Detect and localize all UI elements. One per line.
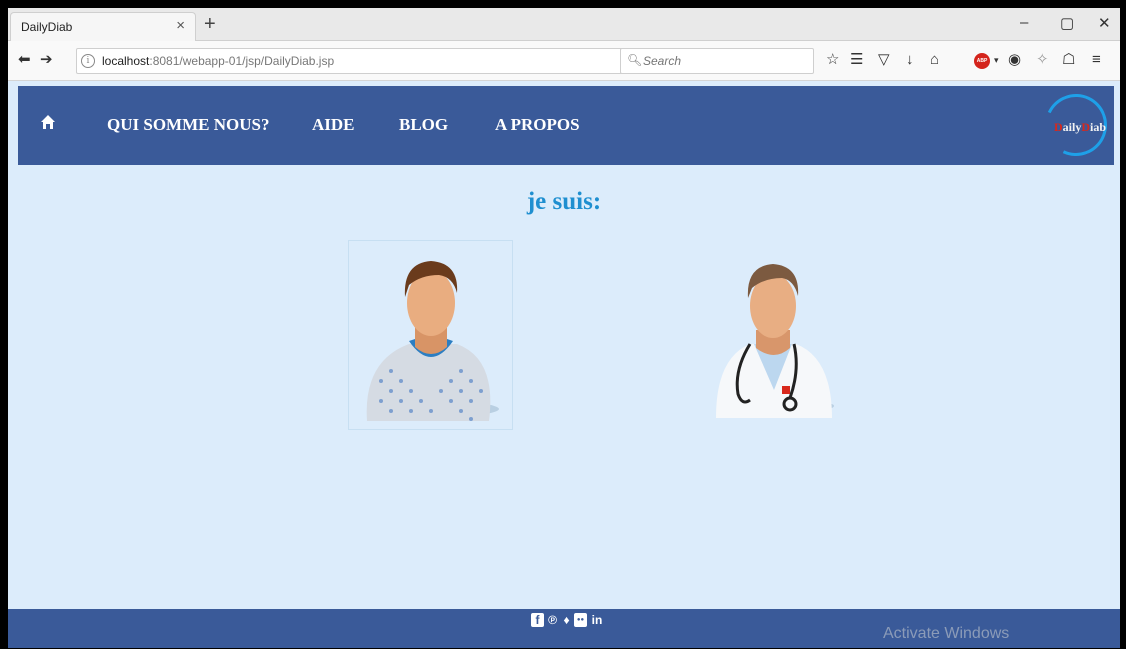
flickr-icon[interactable]: ●● [574, 613, 587, 627]
logo-text-aily: aily [1062, 120, 1082, 134]
sync-icon[interactable]: ✧ [1036, 51, 1049, 69]
tab-title: DailyDiab [21, 20, 73, 34]
doctor-choice[interactable] [694, 240, 846, 430]
bookmark-star-icon[interactable]: ☆ [826, 51, 839, 69]
site-footer: f ℗ ♦ ●● in Activate Windows [8, 609, 1120, 648]
forward-icon[interactable]: ➔ [40, 50, 53, 68]
reading-list-icon[interactable]: ☰ [850, 51, 863, 69]
dropdown-arrow-icon[interactable]: ▾ [994, 51, 999, 69]
twitter-icon[interactable]: ♦ [560, 613, 573, 627]
pocket-icon[interactable]: ▽ [878, 51, 890, 69]
download-icon[interactable]: ↓ [906, 51, 914, 69]
tab-strip: DailyDiab × + – ▢ ✕ [8, 8, 1120, 41]
doctor-icon [716, 264, 834, 418]
pinterest-icon[interactable]: ℗ [546, 613, 559, 627]
url-text: localhost:8081/webapp-01/jsp/DailyDiab.j… [102, 54, 334, 68]
page-heading: je suis: [526, 188, 602, 215]
patient-choice[interactable] [348, 240, 513, 430]
url-path: :8081/webapp-01/jsp/DailyDiab.jsp [149, 54, 335, 68]
adblock-plus-icon[interactable]: ABP [974, 53, 990, 69]
close-tab-icon[interactable]: × [176, 17, 185, 34]
site-logo[interactable]: DailyDiab [1054, 120, 1106, 135]
menu-icon[interactable]: ≡ [1092, 51, 1101, 69]
maximize-icon[interactable]: ▢ [1060, 14, 1074, 32]
tab-dailydiab[interactable]: DailyDiab × [10, 12, 196, 41]
nav-qui-somme-nous[interactable]: QUI SOMME NOUS? [107, 115, 269, 135]
search-input[interactable] [643, 51, 808, 71]
minimize-icon[interactable]: – [1020, 14, 1028, 31]
logo-text-iab: iab [1090, 120, 1107, 134]
linkedin-icon[interactable]: in [588, 613, 606, 627]
nav-blog[interactable]: BLOG [399, 115, 448, 135]
back-icon[interactable]: ⬅ [18, 50, 31, 68]
shopping-bag-icon[interactable]: ☖ [1062, 51, 1075, 69]
logo-letter-d2: D [1081, 120, 1091, 134]
new-tab-icon[interactable]: + [204, 13, 216, 36]
home-icon[interactable]: ⌂ [930, 51, 939, 69]
patient-icon [366, 261, 499, 421]
extension-icon[interactable]: ◉ [1008, 51, 1021, 69]
url-bar[interactable]: i localhost:8081/webapp-01/jsp/DailyDiab… [76, 48, 676, 74]
info-icon[interactable]: i [81, 54, 95, 68]
logo-letter-d: D [1054, 120, 1063, 134]
windows-activation-watermark: Activate Windows [883, 625, 1010, 642]
search-icon: 🔍︎ [627, 53, 643, 67]
search-box[interactable]: 🔍︎ [620, 48, 814, 74]
site-header: QUI SOMME NOUS? AIDE BLOG A PROPOS Daily… [18, 85, 1116, 165]
url-host: localhost [102, 54, 150, 68]
close-window-icon[interactable]: ✕ [1098, 14, 1111, 32]
nav-aide[interactable]: AIDE [312, 115, 355, 135]
site-home-icon[interactable] [40, 114, 56, 130]
nav-a-propos[interactable]: A PROPOS [495, 115, 580, 135]
browser-window: DailyDiab × + – ▢ ✕ ⬅ ➔ i localhost:8081… [8, 8, 1120, 648]
browser-navbar: ⬅ ➔ i localhost:8081/webapp-01/jsp/Daily… [8, 41, 1120, 81]
facebook-icon[interactable]: f [531, 613, 544, 627]
